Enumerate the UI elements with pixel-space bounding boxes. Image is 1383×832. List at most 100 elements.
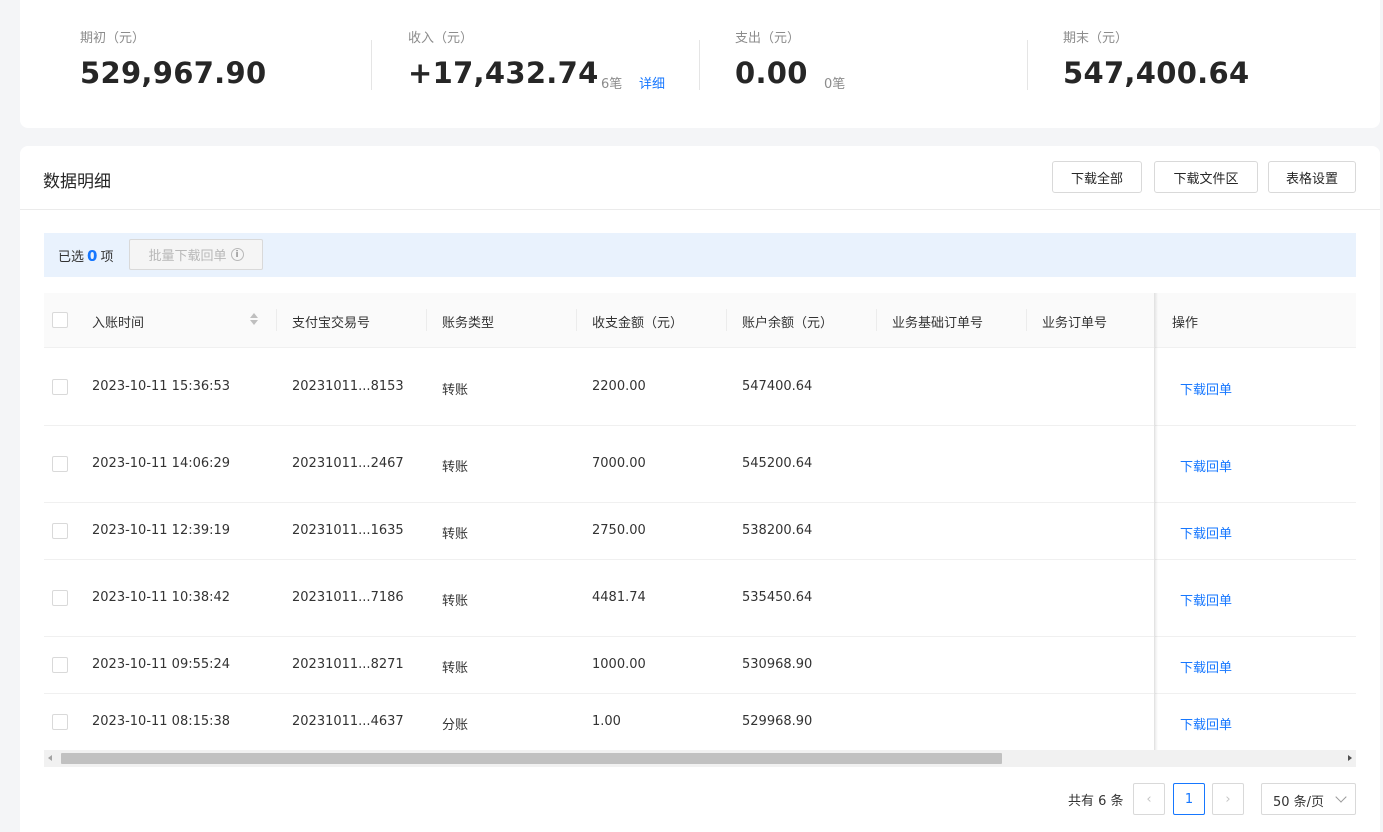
next-page-button[interactable]: ›: [1212, 783, 1244, 815]
batch-download-label: 批量下载回单: [148, 249, 227, 264]
closing-label: 期末（元）: [1063, 31, 1129, 46]
col-header-order: 业务订单号: [1042, 316, 1108, 331]
cell-amount: 1000.00: [592, 657, 646, 672]
table-row: 2023-10-11 08:15:38 20231011...4637 分账 1…: [44, 694, 1356, 751]
opening-value: 529,967.90: [80, 56, 267, 90]
page-size-value: 50 条/页: [1273, 795, 1325, 810]
col-divider: [876, 309, 877, 331]
cell-time: 2023-10-11 15:36:53: [92, 379, 231, 394]
prev-page-button[interactable]: ‹: [1133, 783, 1165, 815]
summary-card: 期初（元） 529,967.90 收入（元） +17,432.74 6笔 详细 …: [20, 0, 1380, 128]
row-checkbox[interactable]: [52, 523, 68, 539]
cell-balance: 535450.64: [742, 590, 813, 605]
col-header-amount: 收支金额（元）: [592, 316, 684, 331]
row-checkbox[interactable]: [52, 714, 68, 730]
income-label: 收入（元）: [408, 31, 474, 46]
fixed-column-border: [1154, 293, 1155, 750]
cell-balance: 547400.64: [742, 379, 813, 394]
row-checkbox[interactable]: [52, 657, 68, 673]
income-detail-link[interactable]: 详细: [639, 73, 665, 92]
row-checkbox[interactable]: [52, 456, 68, 472]
col-header-time[interactable]: 入账时间: [92, 312, 144, 331]
scroll-right-icon[interactable]: [1348, 755, 1352, 761]
cell-type: 转账: [442, 661, 469, 676]
col-header-txn: 支付宝交易号: [292, 316, 371, 331]
detail-title: 数据明细: [43, 172, 111, 192]
col-divider: [576, 309, 577, 331]
cell-amount: 4481.74: [592, 590, 646, 605]
detail-card: 数据明细 下载全部 下载文件区 表格设置 已选 0 项 批量下载回单 i 入账时间 …: [20, 146, 1380, 832]
cell-balance: 538200.64: [742, 523, 813, 538]
expense-value: 0.00: [735, 56, 808, 90]
income-value: +17,432.74: [408, 56, 599, 90]
scrollbar-thumb[interactable]: [61, 753, 1002, 764]
table-settings-button[interactable]: 表格设置: [1268, 161, 1356, 193]
download-all-button[interactable]: 下载全部: [1052, 161, 1142, 193]
cell-txn: 20231011...1635: [292, 523, 404, 538]
cell-type: 转账: [442, 594, 469, 609]
cell-amount: 2200.00: [592, 379, 646, 394]
download-receipt-link[interactable]: 下载回单: [1180, 657, 1232, 676]
cell-time: 2023-10-11 10:38:42: [92, 590, 231, 605]
cell-amount: 2750.00: [592, 523, 646, 538]
stat-divider: [699, 40, 700, 90]
cell-balance: 529968.90: [742, 714, 813, 729]
select-all-checkbox[interactable]: [52, 312, 68, 328]
selection-info: 已选 0 项: [58, 246, 113, 265]
col-header-balance: 账户余额（元）: [742, 316, 834, 331]
row-checkbox[interactable]: [52, 590, 68, 606]
table-row: 2023-10-11 10:38:42 20231011...7186 转账 4…: [44, 560, 1356, 637]
table-row: 2023-10-11 15:36:53 20231011...8153 转账 2…: [44, 349, 1356, 426]
col-header-type: 账务类型: [442, 316, 495, 331]
cell-time: 2023-10-11 08:15:38: [92, 714, 231, 729]
cell-amount: 7000.00: [592, 456, 646, 471]
opening-label: 期初（元）: [80, 31, 146, 46]
table-row: 2023-10-11 12:39:19 20231011...1635 转账 2…: [44, 503, 1356, 560]
cell-time: 2023-10-11 09:55:24: [92, 657, 231, 672]
cell-balance: 530968.90: [742, 657, 813, 672]
col-header-base-order: 业务基础订单号: [892, 316, 984, 331]
download-area-button[interactable]: 下载文件区: [1154, 161, 1258, 193]
expense-count: 0笔: [824, 77, 846, 92]
download-receipt-link[interactable]: 下载回单: [1180, 379, 1232, 398]
sort-icon[interactable]: [250, 313, 258, 327]
selection-suffix: 项: [100, 250, 114, 265]
cell-txn: 20231011...8153: [292, 379, 404, 394]
info-icon: i: [230, 248, 244, 261]
download-receipt-link[interactable]: 下载回单: [1180, 456, 1232, 475]
cell-type: 转账: [442, 383, 469, 398]
batch-download-button[interactable]: 批量下载回单 i: [129, 239, 263, 270]
scroll-left-icon[interactable]: [48, 755, 52, 761]
cell-txn: 20231011...8271: [292, 657, 404, 672]
cell-balance: 545200.64: [742, 456, 813, 471]
page-size-select[interactable]: 50 条/页: [1261, 783, 1356, 815]
table-header: 入账时间 支付宝交易号 账务类型 收支金额（元） 账户余额（元） 业务基础订单号…: [44, 293, 1356, 348]
table-row: 2023-10-11 09:55:24 20231011...8271 转账 1…: [44, 637, 1356, 694]
cell-txn: 20231011...4637: [292, 714, 404, 729]
cell-amount: 1.00: [592, 714, 621, 729]
cell-txn: 20231011...2467: [292, 456, 404, 471]
col-divider: [1026, 309, 1027, 331]
income-count: 6笔: [601, 77, 623, 92]
selection-bar: 已选 0 项 批量下载回单 i: [44, 233, 1356, 277]
col-divider: [726, 309, 727, 331]
table-row: 2023-10-11 14:06:29 20231011...2467 转账 7…: [44, 426, 1356, 503]
download-receipt-link[interactable]: 下载回单: [1180, 523, 1232, 542]
selection-prefix: 已选: [58, 250, 85, 265]
horizontal-scrollbar[interactable]: [44, 750, 1356, 767]
expense-label: 支出（元）: [735, 31, 801, 46]
download-receipt-link[interactable]: 下载回单: [1180, 714, 1232, 733]
row-checkbox[interactable]: [52, 379, 68, 395]
download-receipt-link[interactable]: 下载回单: [1180, 590, 1232, 609]
cell-type: 转账: [442, 527, 469, 542]
closing-value: 547,400.64: [1063, 56, 1250, 90]
page-1-button[interactable]: 1: [1173, 783, 1205, 815]
stat-divider: [371, 40, 372, 90]
selection-count: 0: [87, 247, 98, 265]
cell-txn: 20231011...7186: [292, 590, 404, 605]
pagination-total: 共有 6 条: [1068, 794, 1124, 809]
stat-divider: [1027, 40, 1028, 90]
col-divider: [276, 309, 277, 331]
col-header-action: 操作: [1172, 316, 1199, 331]
col-divider: [426, 309, 427, 331]
